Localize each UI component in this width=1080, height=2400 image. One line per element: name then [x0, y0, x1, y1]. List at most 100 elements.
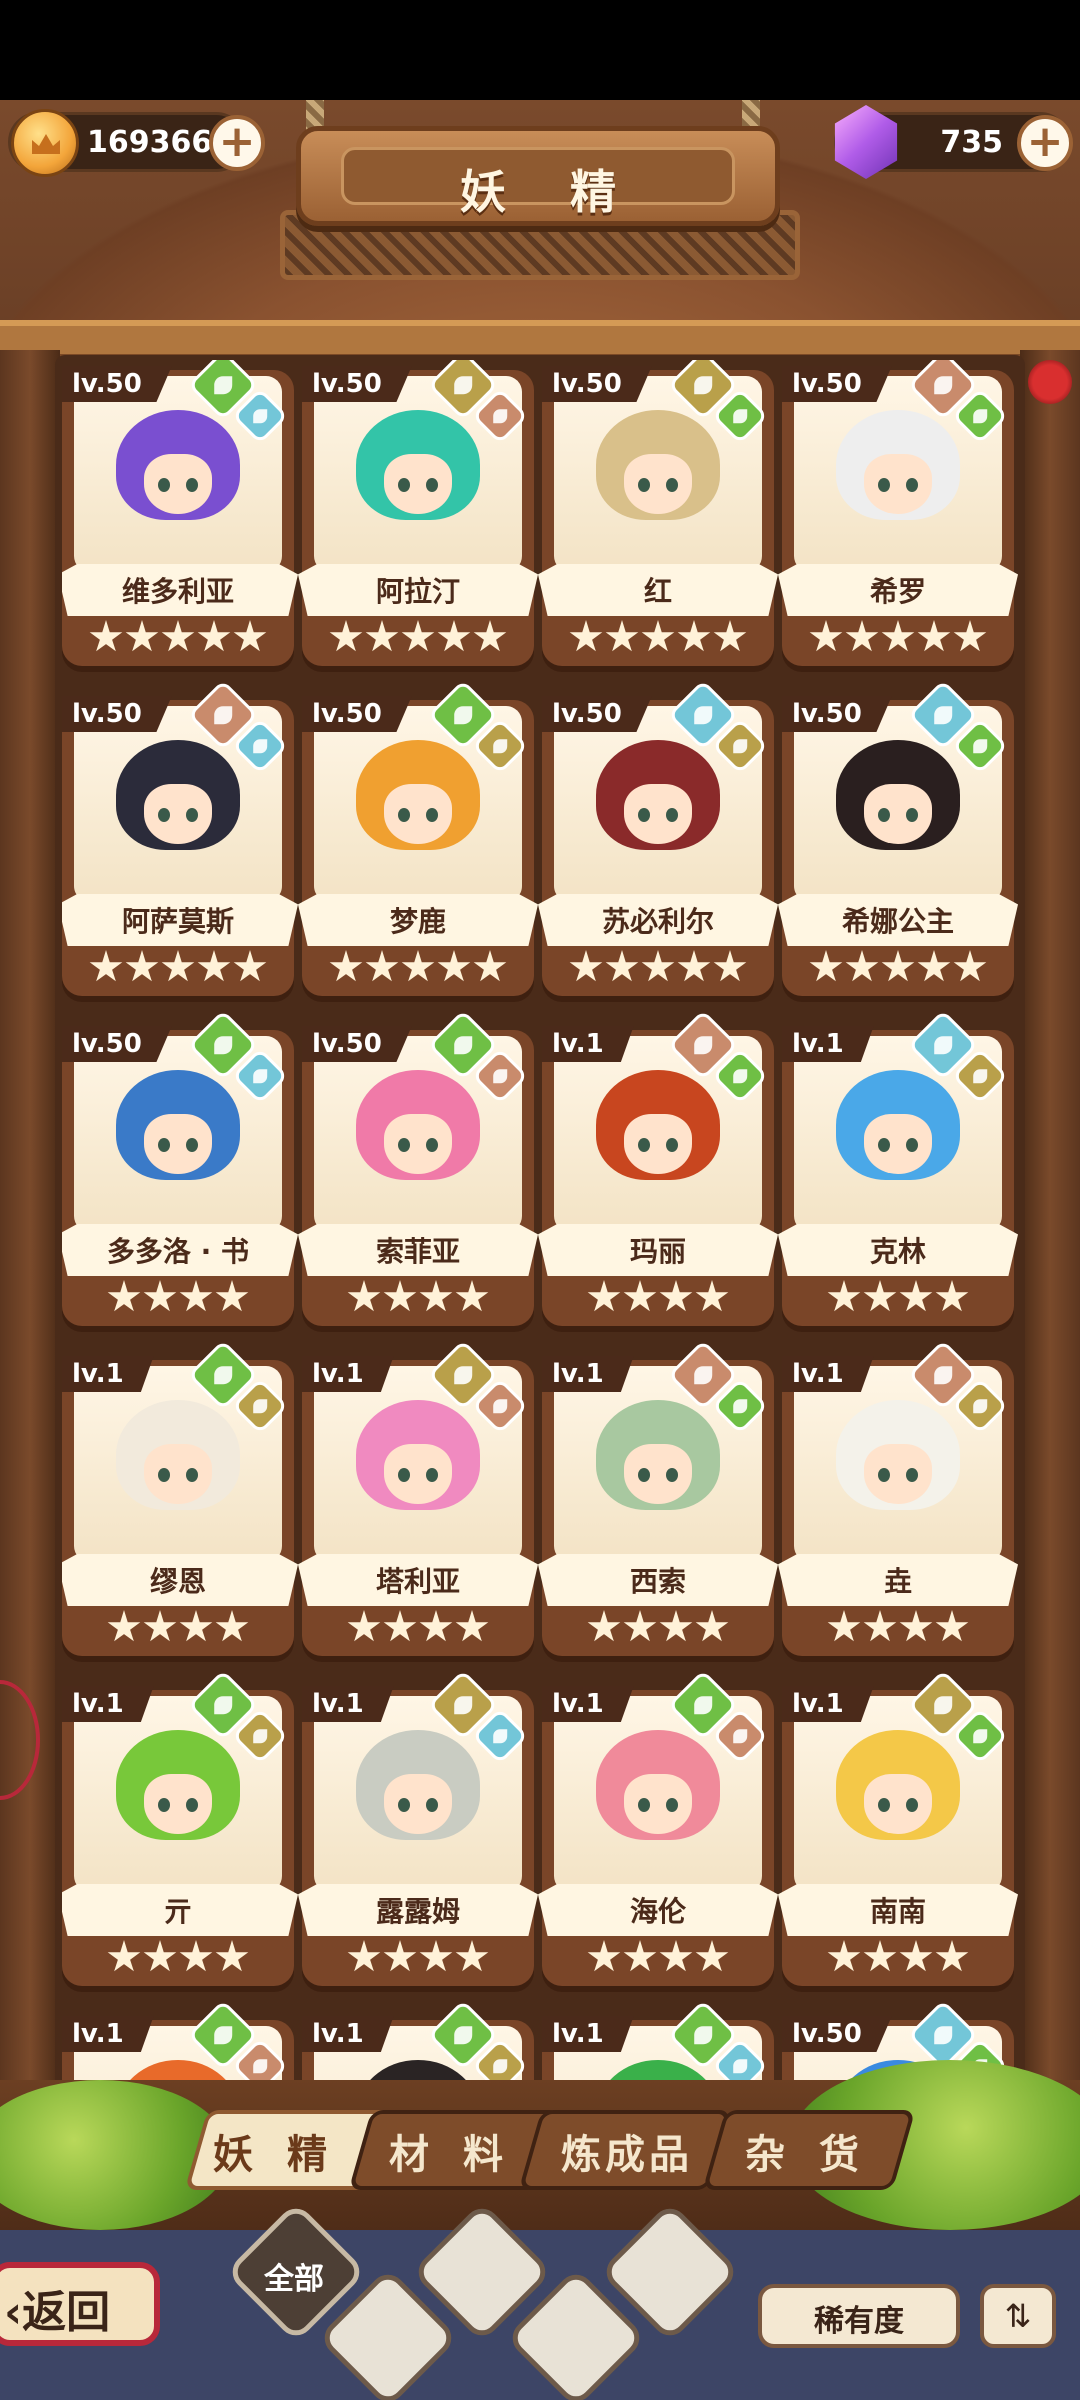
fairy-card[interactable]: lv.1 塔利亚	[298, 1339, 538, 1656]
star-rating	[798, 620, 998, 656]
level-badge: lv.1	[782, 1356, 874, 1392]
fairy-eye	[906, 808, 918, 822]
level-badge: lv.50	[62, 696, 172, 732]
fairy-face	[864, 454, 932, 514]
add-gold-button[interactable]: +	[209, 115, 265, 171]
star-icon	[953, 950, 987, 982]
star-icon	[419, 1940, 453, 1972]
star-icon	[623, 1610, 657, 1642]
fairy-name: 露露姆	[375, 1895, 460, 1928]
fairy-portrait	[830, 1392, 966, 1538]
star-rating	[558, 1940, 758, 1976]
tab-crafted-label: 炼成品	[561, 2132, 693, 2178]
star-icon	[569, 620, 603, 652]
star-icon	[899, 1940, 933, 1972]
star-icon	[917, 950, 951, 982]
fairy-name: 垚	[883, 1565, 912, 1598]
tab-fairy-label: 妖 精	[213, 2132, 337, 2178]
level-badge: lv.1	[62, 2016, 154, 2052]
fairy-card[interactable]: lv.1 垚	[778, 1339, 1018, 1656]
fairy-eye	[398, 808, 410, 822]
fairy-card[interactable]: lv.1 玛丽	[538, 1009, 778, 1326]
star-icon	[215, 1940, 249, 1972]
fairy-eye	[666, 1138, 678, 1152]
level-badge: lv.1	[782, 1026, 874, 1062]
fairy-eye	[906, 1138, 918, 1152]
star-icon	[215, 1280, 249, 1312]
fairy-portrait	[590, 1392, 726, 1538]
ladybug-icon[interactable]	[1028, 360, 1072, 404]
star-rating	[798, 950, 998, 986]
star-icon	[641, 620, 675, 652]
level-badge: lv.1	[542, 1356, 634, 1392]
fairy-card[interactable]: lv.50 希罗	[778, 360, 1018, 666]
star-icon	[179, 1940, 213, 1972]
star-rating	[318, 1610, 518, 1646]
fairy-card[interactable]: lv.1 南南	[778, 1669, 1018, 1986]
fairy-eye	[158, 478, 170, 492]
fairy-card[interactable]: lv.1 缪恩	[62, 1339, 298, 1656]
add-gem-button[interactable]: +	[1017, 115, 1073, 171]
fairy-face	[624, 1774, 692, 1834]
star-icon	[107, 1940, 141, 1972]
star-icon	[605, 620, 639, 652]
star-icon	[107, 1280, 141, 1312]
star-icon	[623, 1280, 657, 1312]
level-badge: lv.50	[542, 696, 652, 732]
fairy-face	[144, 784, 212, 844]
fairy-card[interactable]: lv.50 阿萨莫斯	[62, 679, 298, 996]
fairy-card[interactable]: lv.50 阿拉汀	[298, 360, 538, 666]
fairy-eye	[398, 1138, 410, 1152]
level-badge: lv.1	[62, 1686, 154, 1722]
fairy-card[interactable]: lv.1 克林	[778, 1009, 1018, 1326]
fairy-name: 红	[643, 575, 672, 608]
fairy-eye	[878, 1798, 890, 1812]
fairy-card[interactable]: lv.1 亓	[62, 1669, 298, 1986]
star-icon	[473, 620, 507, 652]
star-icon	[881, 620, 915, 652]
star-icon	[233, 950, 267, 982]
fairy-eye	[426, 1798, 438, 1812]
fairy-card[interactable]: lv.50 苏必利尔	[538, 679, 778, 996]
fairy-name: 希娜公主	[841, 905, 954, 938]
fairy-card[interactable]: lv.1	[542, 1999, 774, 2080]
fairy-card[interactable]: lv.50 索菲亚	[298, 1009, 538, 1326]
star-rating	[558, 1610, 758, 1646]
star-icon	[401, 620, 435, 652]
fairy-card[interactable]: lv.1	[62, 1999, 294, 2080]
sort-icon[interactable]: ⇅	[980, 2284, 1056, 2348]
fairy-eye	[878, 1468, 890, 1482]
star-icon	[935, 1280, 969, 1312]
star-icon	[587, 1940, 621, 1972]
fairy-card[interactable]: lv.50 红	[538, 360, 778, 666]
fairy-portrait	[350, 732, 486, 878]
star-icon	[473, 950, 507, 982]
fairy-portrait	[350, 1392, 486, 1538]
star-icon	[143, 1280, 177, 1312]
star-rating	[558, 620, 758, 656]
fairy-eye	[638, 1138, 650, 1152]
fairy-eye	[878, 478, 890, 492]
fairy-face	[144, 1774, 212, 1834]
fairy-card[interactable]: lv.1 西索	[538, 1339, 778, 1656]
fairy-face	[384, 454, 452, 514]
fairy-eye	[666, 1798, 678, 1812]
star-icon	[935, 1940, 969, 1972]
star-rating	[558, 1280, 758, 1316]
fairy-face	[624, 784, 692, 844]
fairy-card[interactable]: lv.50 多多洛 · 书	[62, 1009, 298, 1326]
fairy-card[interactable]: lv.1 露露姆	[298, 1669, 538, 1986]
star-icon	[587, 1280, 621, 1312]
fairy-card[interactable]: lv.50 维多利亚	[62, 360, 298, 666]
star-icon	[143, 1940, 177, 1972]
tab-materials-label: 材 料	[389, 2132, 513, 2178]
star-icon	[605, 950, 639, 982]
fairy-card[interactable]: lv.50 希娜公主	[778, 679, 1018, 996]
fairy-portrait	[590, 732, 726, 878]
fairy-eye	[158, 1798, 170, 1812]
fairy-card[interactable]: lv.50 梦鹿	[298, 679, 538, 996]
fairy-card[interactable]: lv.1	[302, 1999, 534, 2080]
fairy-card[interactable]: lv.1 海伦	[538, 1669, 778, 1986]
fairy-portrait	[830, 732, 966, 878]
star-rating	[318, 620, 518, 656]
